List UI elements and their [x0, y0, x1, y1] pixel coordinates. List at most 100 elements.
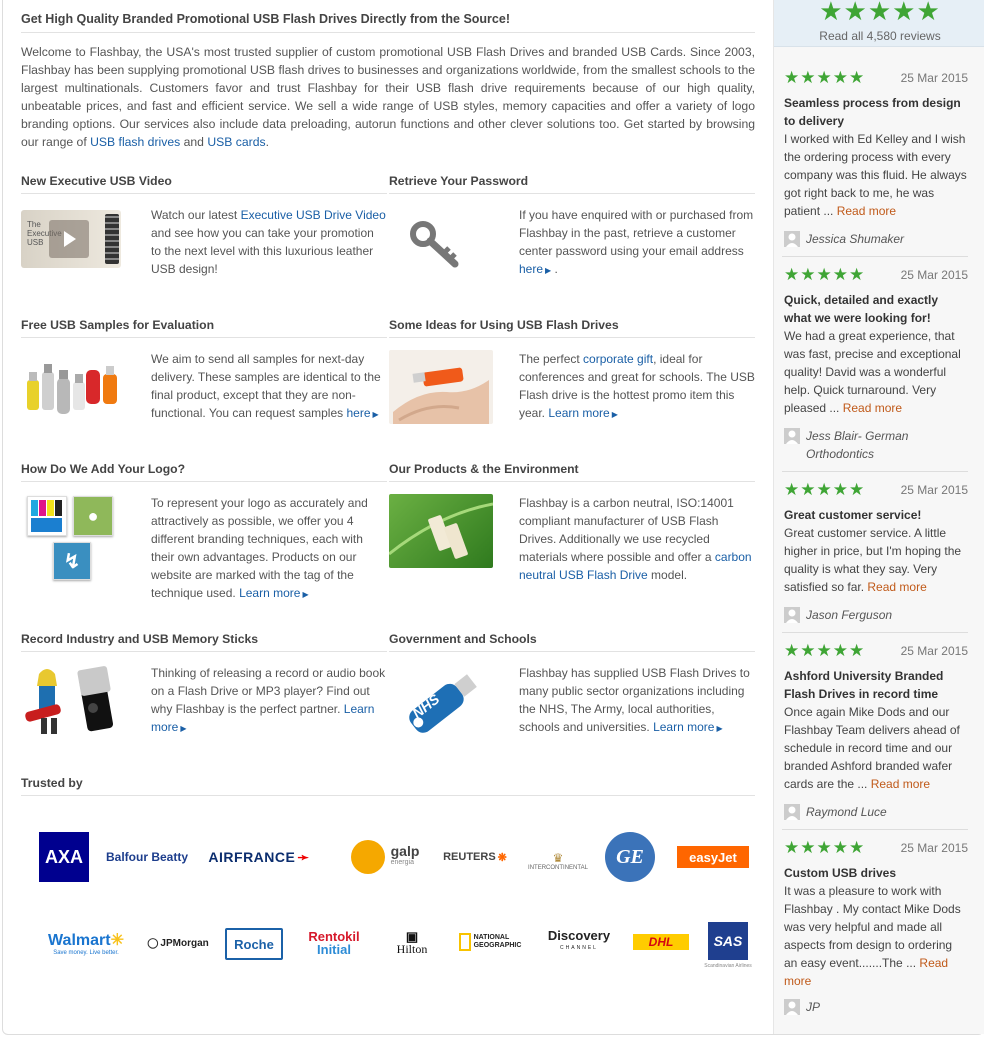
read-more-link[interactable]: Read more	[871, 777, 930, 791]
reuters-text: REUTERS	[443, 851, 496, 863]
review-date: 25 Mar 2015	[900, 841, 968, 855]
intro-end-text: .	[265, 135, 269, 149]
read-more-link[interactable]: Read more	[837, 204, 896, 218]
review-divider	[782, 632, 968, 633]
review-author-name: Jess Blair- German Orthodontics	[806, 429, 909, 461]
reviews-sidebar: ★★★★★ Read all 4,580 reviews ★★★★★ 25 Mar…	[773, 0, 984, 1034]
environment-text-a: Flashbay is a carbon neutral, ISO:14001 …	[519, 496, 734, 564]
review-stars-icon: ★★★★★	[784, 480, 866, 499]
ideas-learn-more-link[interactable]: Learn more ▶	[548, 406, 618, 420]
section-text: Flashbay is a carbon neutral, ISO:14001 …	[519, 494, 755, 584]
review-date: 25 Mar 2015	[900, 71, 968, 85]
review-stars-icon: ★★★★★	[784, 265, 866, 284]
section-password: Retrieve Your Password If you have enqui…	[389, 174, 755, 276]
request-samples-link[interactable]: here ▶	[346, 406, 378, 420]
jpmorgan-logo: ◯ JPMorgan	[143, 934, 213, 952]
read-more-link[interactable]: Read more	[843, 401, 902, 415]
review-author: Raymond Luce	[784, 803, 968, 821]
usb-samples-image	[21, 350, 125, 424]
review-author: JP	[784, 998, 968, 1016]
walmart-logo: Walmart✳ Save money. Live better.	[39, 928, 133, 958]
usb-flash-drives-link[interactable]: USB flash drives	[90, 135, 180, 149]
review-head: ★★★★★ 25 Mar 2015	[784, 265, 968, 285]
usb-drive-icon	[105, 214, 119, 264]
galp-text: galp	[390, 843, 420, 859]
read-more-link[interactable]: Read more	[867, 580, 926, 594]
section-text: Thinking of releasing a record or audio …	[151, 664, 387, 738]
key-icon	[389, 206, 493, 280]
section-environment: Our Products & the Environment Flashbay …	[388, 462, 755, 582]
jpmorgan-text: JPMorgan	[160, 937, 209, 949]
government-learn-more-label: Learn more	[653, 720, 715, 734]
review-stars-icon: ★★★★★	[784, 838, 866, 857]
user-avatar-icon	[784, 804, 800, 820]
section-title: New Executive USB Video	[21, 174, 387, 194]
logo-learn-more-link[interactable]: Learn more ▶	[239, 586, 309, 600]
section-video: New Executive USB Video The Executive US…	[21, 174, 387, 276]
balfour-beatty-logo: Balfour Beatty	[101, 846, 193, 868]
review-author-name: JP	[806, 1000, 821, 1014]
review-divider	[782, 829, 968, 830]
review-divider	[782, 256, 968, 257]
video-thumbnail[interactable]: The Executive USB	[21, 210, 121, 268]
corporate-gift-link[interactable]: corporate gift	[583, 352, 653, 366]
balfour-text: Balfour Beatty	[105, 850, 188, 864]
page-heading: Get High Quality Branded Promotional USB…	[21, 0, 755, 33]
review-body: Once again Mike Dods and our Flashbay Te…	[784, 703, 968, 793]
arrow-right-icon: ▶	[302, 590, 309, 599]
page-frame: Get High Quality Branded Promotional USB…	[2, 0, 984, 1035]
review-head: ★★★★★ 25 Mar 2015	[784, 838, 968, 858]
review-stars-icon: ★★★★★	[784, 641, 866, 660]
review-head: ★★★★★ 25 Mar 2015	[784, 480, 968, 500]
easyjet-logo: easyJet	[677, 846, 749, 868]
reviews-summary: ★★★★★ Read all 4,580 reviews	[774, 0, 984, 47]
dhl-text: DHL	[648, 935, 674, 949]
section-title: Some Ideas for Using USB Flash Drives	[389, 318, 755, 338]
dhl-logo: DHL	[633, 934, 689, 950]
discovery-text: Discovery	[547, 928, 611, 943]
laser-icon: ↯	[53, 542, 91, 580]
galp-sub-text: energia	[390, 859, 414, 866]
hand-usb-image	[389, 350, 493, 424]
arrow-right-icon: ▶	[372, 410, 379, 419]
roche-logo: Roche	[225, 928, 283, 960]
retrieve-password-link[interactable]: here ▶	[519, 262, 551, 276]
section-text: To represent your logo as accurately and…	[151, 494, 387, 604]
easyjet-text: easyJet	[689, 849, 737, 865]
yellow-frame-icon	[458, 933, 471, 951]
retrieve-password-label: here	[519, 262, 544, 276]
password-text-b: .	[551, 262, 558, 276]
government-learn-more-link[interactable]: Learn more ▶	[653, 720, 723, 734]
leaf-usb-image	[388, 494, 494, 568]
section-title: Record Industry and USB Memory Sticks	[21, 632, 387, 652]
reuters-logo: REUTERS ❋	[437, 846, 513, 868]
ge-text: GE	[616, 845, 644, 868]
section-government: Government and Schools NHS Flashbay has …	[389, 632, 755, 734]
review-body: It was a pleasure to work with Flashbay …	[784, 882, 968, 990]
drop-icon: ●	[73, 496, 113, 536]
review-item: ★★★★★ 25 Mar 2015 Great customer service!…	[784, 480, 968, 624]
branding-techniques-icons: ● ↯	[21, 494, 125, 580]
executive-video-link[interactable]: Executive USB Drive Video	[241, 208, 386, 222]
arrow-right-icon: ▶	[611, 410, 618, 419]
section-title: How Do We Add Your Logo?	[21, 462, 387, 482]
review-title: Custom USB drives	[784, 866, 897, 880]
review-author: Jason Ferguson	[784, 606, 968, 624]
arrow-right-icon: ▶	[180, 724, 187, 733]
review-author: Jess Blair- German Orthodontics	[784, 427, 968, 463]
section-record: Record Industry and USB Memory Sticks Th…	[21, 632, 387, 734]
read-all-reviews-link[interactable]: Read all 4,580 reviews	[774, 29, 984, 43]
logo-text: To represent your logo as accurately and…	[151, 496, 368, 600]
review-head: ★★★★★ 25 Mar 2015	[784, 68, 968, 88]
trusted-by-heading: Trusted by	[21, 776, 755, 796]
ge-logo: GE	[605, 832, 655, 882]
review-title: Seamless process from design to delivery	[784, 96, 961, 128]
review-title: Great customer service!	[784, 508, 922, 522]
ideas-learn-more-label: Learn more	[548, 406, 610, 420]
review-body: We had a great experience, that was fast…	[784, 327, 968, 417]
review-author-name: Jason Ferguson	[806, 608, 893, 622]
user-avatar-icon	[784, 231, 800, 247]
walmart-spark-icon: ✳	[110, 932, 124, 949]
discovery-logo: Discovery CHANNEL	[539, 928, 619, 954]
usb-cards-link[interactable]: USB cards	[207, 135, 265, 149]
